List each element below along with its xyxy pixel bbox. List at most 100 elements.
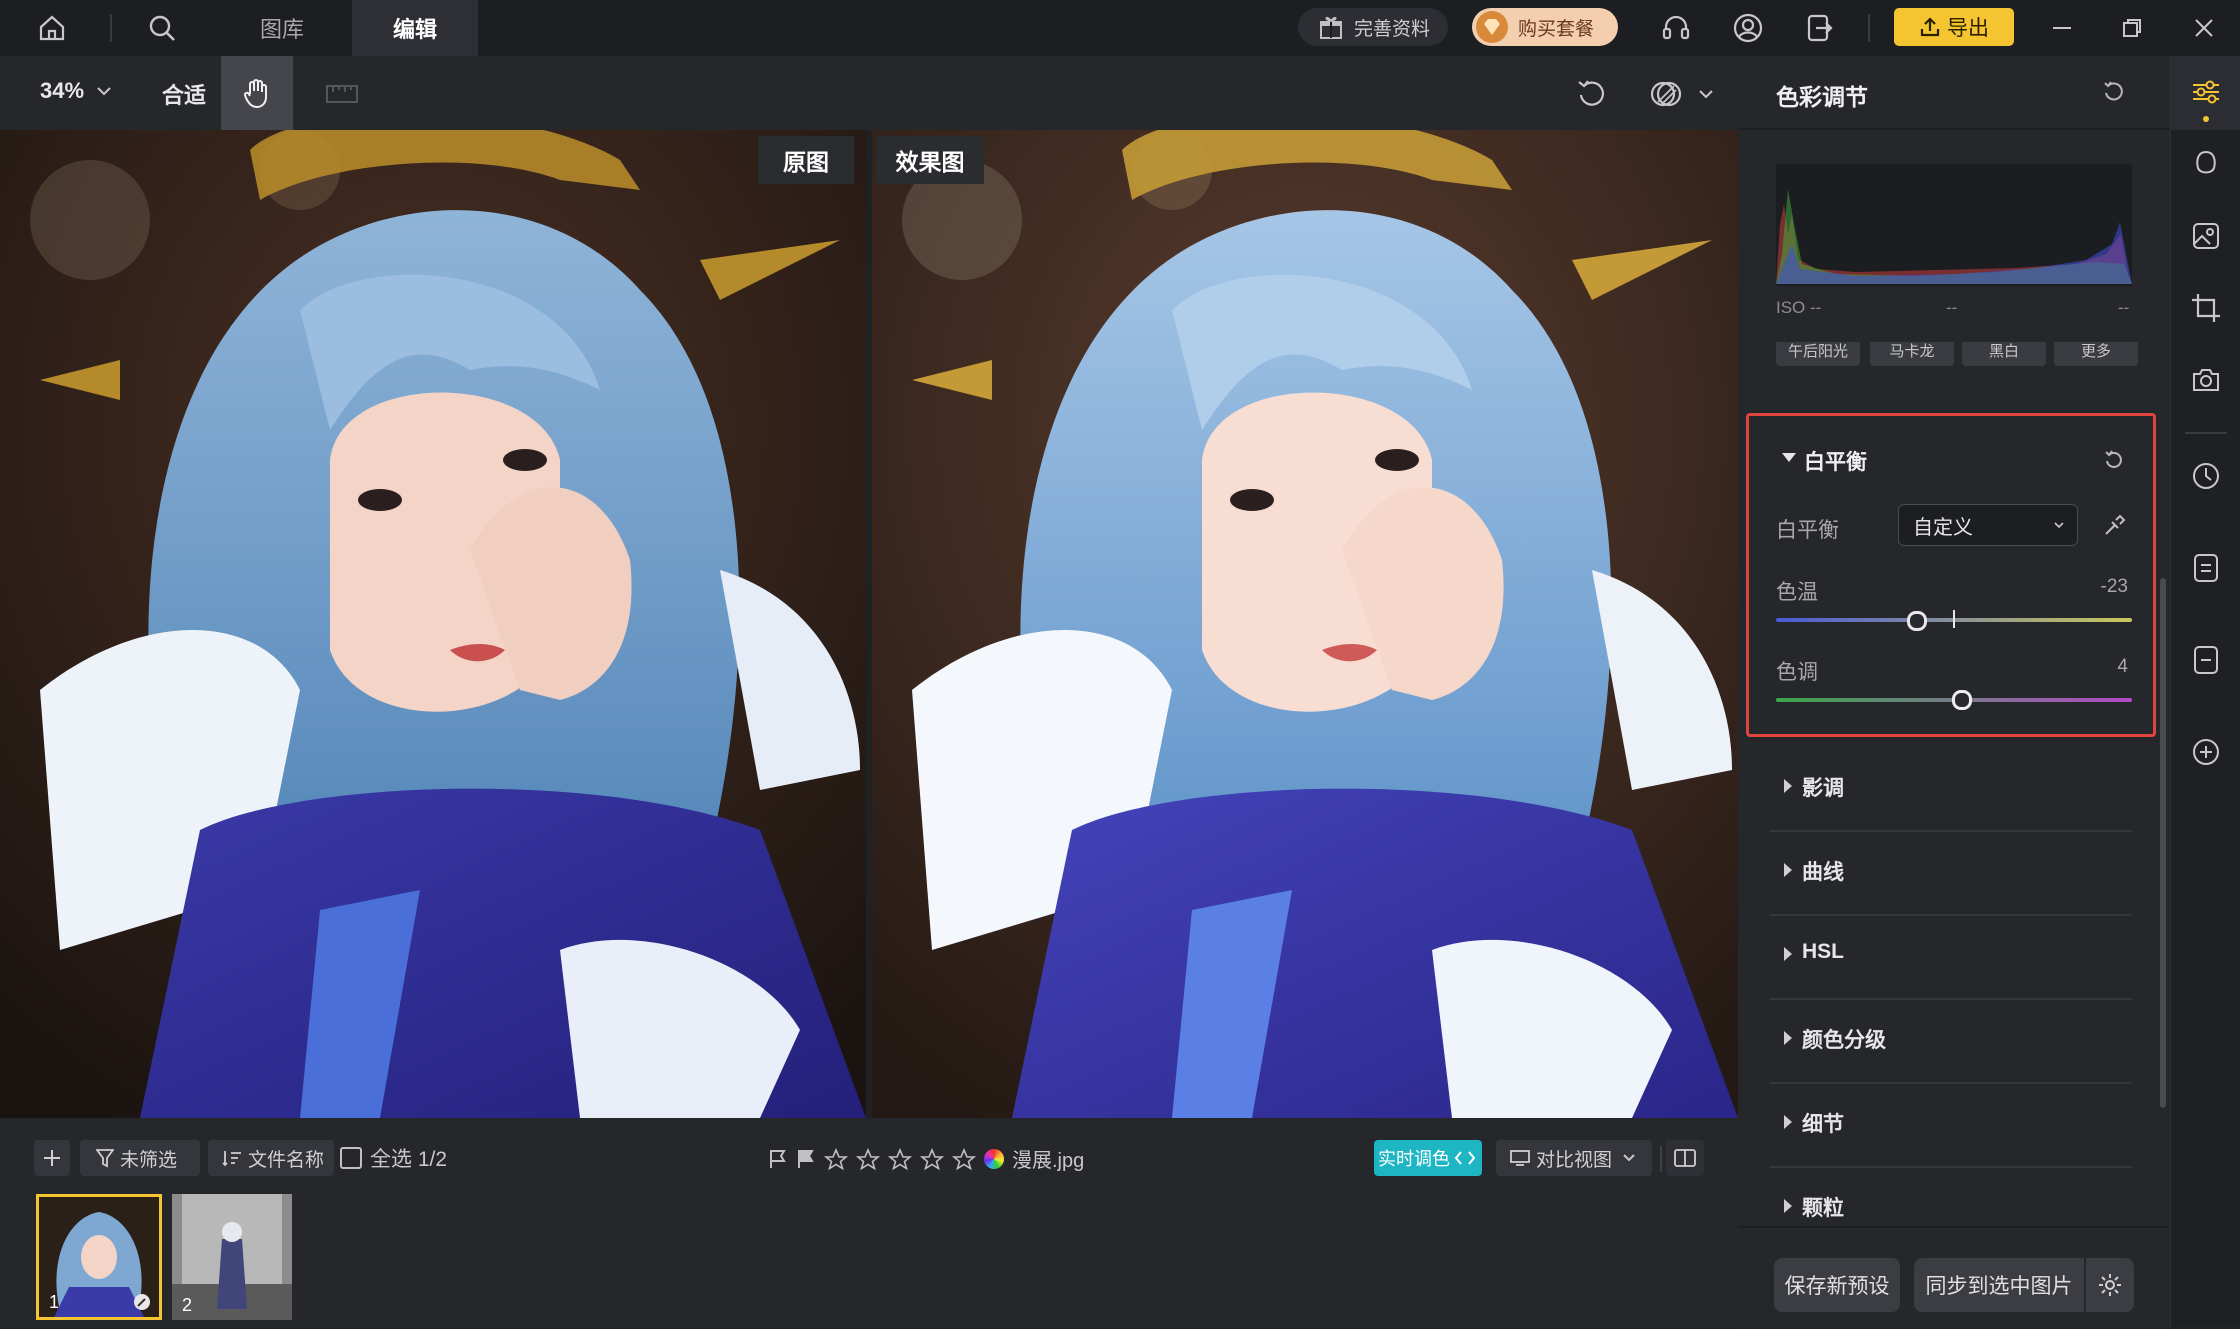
code-icon <box>1454 1149 1476 1167</box>
flag-icon[interactable] <box>768 1148 788 1170</box>
section-color-grading[interactable]: 颜色分级 <box>1770 998 2132 1084</box>
ruler-icon[interactable] <box>322 74 362 114</box>
color-adjust-icon[interactable] <box>2186 72 2226 112</box>
star-icon[interactable] <box>920 1147 944 1170</box>
monitor-icon <box>1510 1149 1530 1167</box>
section-detail[interactable]: 细节 <box>1770 1082 2132 1168</box>
histogram-mid: -- <box>1946 298 1958 317</box>
preset-chip[interactable]: 更多 <box>2054 342 2138 366</box>
chevron-down-icon <box>2053 521 2065 529</box>
select-all-checkbox[interactable]: 全选 1/2 <box>340 1140 447 1176</box>
edit-toolbar: 34% 合适 <box>0 56 1738 130</box>
eyedropper-icon[interactable] <box>2096 508 2132 544</box>
minimize-icon[interactable] <box>2042 8 2082 48</box>
add-button[interactable] <box>34 1140 70 1176</box>
realtime-toggle[interactable]: 实时调色 <box>1374 1140 1482 1176</box>
gear-icon <box>2097 1272 2123 1298</box>
compare-view-label: 对比视图 <box>1536 1149 1613 1171</box>
temperature-value: -23 <box>2100 576 2128 597</box>
export-button[interactable]: 导出 <box>1894 8 2014 46</box>
tint-value: 4 <box>2117 656 2128 677</box>
temperature-label: 色温 <box>1776 581 1818 604</box>
section-grain[interactable]: 颗粒 <box>1770 1166 2132 1226</box>
section-tone[interactable]: 影调 <box>1770 746 2132 832</box>
notes-icon[interactable] <box>2186 548 2226 588</box>
camera-icon[interactable] <box>2186 360 2226 400</box>
diamond-icon <box>1476 11 1508 43</box>
star-icon[interactable] <box>824 1147 848 1170</box>
history-icon[interactable] <box>2186 456 2226 496</box>
filter-button[interactable]: 未筛选 <box>80 1140 200 1176</box>
star-icon[interactable] <box>888 1147 912 1170</box>
compare-view-dropdown[interactable]: 对比视图 <box>1496 1140 1652 1176</box>
white-balance-select-value: 自定义 <box>1913 516 1973 539</box>
image-adjust-icon[interactable] <box>2186 216 2226 256</box>
section-curves[interactable]: 曲线 <box>1770 830 2132 916</box>
crop-icon[interactable] <box>2186 288 2226 328</box>
sort-button[interactable]: 文件名称 <box>208 1140 334 1176</box>
realtime-label: 实时调色 <box>1378 1149 1450 1169</box>
portrait-icon[interactable] <box>2186 144 2226 184</box>
star-icon[interactable] <box>952 1147 976 1170</box>
histogram <box>1776 164 2132 286</box>
save-preset-button[interactable]: 保存新预设 <box>1774 1258 1900 1312</box>
histogram-iso: ISO -- <box>1776 298 1822 317</box>
filename-label: 漫展.jpg <box>1012 1150 1085 1172</box>
logout-icon[interactable] <box>1800 8 1840 48</box>
home-icon[interactable] <box>32 8 72 48</box>
thumbnail-1[interactable]: 1 <box>36 1194 162 1320</box>
document-icon[interactable] <box>2186 640 2226 680</box>
star-icon[interactable] <box>856 1147 880 1170</box>
upload-icon <box>1919 16 1941 38</box>
close-icon[interactable] <box>2184 8 2224 48</box>
overlay-circles-icon <box>1648 76 1684 112</box>
fit-button[interactable]: 合适 <box>162 78 206 110</box>
preset-chip[interactable]: 马卡龙 <box>1870 342 1954 366</box>
preset-chip[interactable]: 黑白 <box>1962 342 2046 366</box>
tab-gallery[interactable]: 图库 <box>220 0 344 56</box>
reject-flag-icon[interactable] <box>796 1148 816 1170</box>
tab-edit[interactable]: 编辑 <box>352 0 478 56</box>
sync-settings-button[interactable] <box>2086 1258 2134 1312</box>
zoom-dropdown[interactable]: 34% <box>40 78 112 104</box>
buy-package-button[interactable]: 购买套餐 <box>1472 8 1618 46</box>
split-view-button[interactable] <box>1666 1140 1704 1176</box>
effect-label: 效果图 <box>876 136 984 184</box>
sync-selected-button[interactable]: 同步到选中图片 <box>1914 1258 2084 1312</box>
reset-all-icon[interactable] <box>2096 74 2132 110</box>
temperature-default-mark <box>1953 610 1955 628</box>
search-icon[interactable] <box>142 8 182 48</box>
preset-chip[interactable]: 午后阳光 <box>1776 342 1860 366</box>
checkbox-icon <box>340 1147 362 1169</box>
effect-photo[interactable] <box>872 130 1738 1118</box>
original-photo[interactable] <box>0 130 866 1118</box>
restore-icon[interactable] <box>2112 8 2152 48</box>
hand-tool-button[interactable] <box>221 56 293 130</box>
chevron-down-icon <box>1622 1153 1636 1163</box>
filmstrip-bar: 未筛选 文件名称 全选 1/2 漫展.jpg 实时调色 对比视图 1 2 <box>0 1118 1738 1327</box>
rating-bar: 漫展.jpg <box>768 1144 1084 1173</box>
hand-icon <box>240 76 274 110</box>
split-view-icon <box>1673 1148 1697 1168</box>
headset-icon[interactable] <box>1656 8 1696 48</box>
complete-info-label: 完善资料 <box>1354 18 1431 40</box>
panel-title: 色彩调节 <box>1776 84 1868 110</box>
complete-info-button[interactable]: 完善资料 <box>1298 8 1448 46</box>
thumbnail-index: 2 <box>182 1295 193 1315</box>
top-bar: 图库 编辑 完善资料 购买套餐 导出 <box>0 0 2240 56</box>
white-balance-title[interactable]: 白平衡 <box>1804 446 1867 476</box>
section-hsl[interactable]: HSL <box>1770 914 2132 1000</box>
tint-slider-thumb[interactable] <box>1952 690 1972 710</box>
white-balance-select[interactable]: 自定义 <box>1898 504 2078 546</box>
undo-icon[interactable] <box>1572 74 1612 114</box>
temperature-slider-thumb[interactable] <box>1907 611 1927 631</box>
section-reset-icon[interactable] <box>2098 444 2130 476</box>
thumbnail-2[interactable]: 2 <box>172 1194 292 1320</box>
account-icon[interactable] <box>1728 8 1768 48</box>
add-circle-icon[interactable] <box>2186 732 2226 772</box>
color-label-icon[interactable] <box>984 1148 1004 1169</box>
panel-scrollbar[interactable] <box>2160 578 2166 1108</box>
overlay-mode-dropdown[interactable] <box>1648 74 1728 114</box>
caret-down-icon[interactable] <box>1782 453 1796 462</box>
original-label: 原图 <box>758 136 854 184</box>
